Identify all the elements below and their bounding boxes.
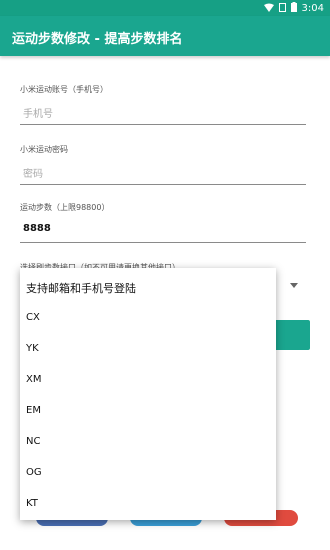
account-field: 小米运动账号（手机号） 手机号 bbox=[20, 84, 306, 125]
dropdown-arrow-icon[interactable] bbox=[290, 283, 298, 288]
account-label: 小米运动账号（手机号） bbox=[20, 85, 108, 94]
dropdown-item[interactable]: XM bbox=[26, 374, 41, 385]
dropdown-item[interactable]: OG bbox=[26, 467, 42, 478]
password-placeholder: 密码 bbox=[23, 169, 43, 180]
status-time: 3:04 bbox=[301, 3, 324, 14]
dropdown-item[interactable]: YK bbox=[26, 343, 39, 354]
account-input[interactable]: 手机号 bbox=[20, 102, 306, 125]
steps-value: 8888 bbox=[23, 223, 51, 234]
app-bar: 运动步数修改 - 提高步数排名 bbox=[0, 16, 330, 56]
dropdown-item[interactable]: KT bbox=[26, 498, 38, 509]
battery-icon bbox=[290, 2, 297, 15]
account-placeholder: 手机号 bbox=[23, 109, 53, 120]
steps-field: 运动步数（上限98800） 8888 bbox=[20, 202, 306, 243]
status-bar: 3:04 bbox=[0, 0, 330, 16]
password-input[interactable]: 密码 bbox=[20, 162, 306, 185]
dropdown-item[interactable]: CX bbox=[26, 312, 40, 323]
password-label: 小米运动密码 bbox=[20, 145, 68, 154]
dropdown-item[interactable]: EM bbox=[26, 405, 41, 416]
steps-label: 运动步数（上限98800） bbox=[20, 203, 110, 212]
wifi-icon bbox=[263, 3, 274, 15]
dropdown-item[interactable]: 支持邮箱和手机号登陆 bbox=[26, 280, 136, 296]
password-field: 小米运动密码 密码 bbox=[20, 144, 306, 185]
interface-dropdown: 支持邮箱和手机号登陆 CX YK XM EM NC OG KT bbox=[20, 268, 276, 520]
steps-input[interactable]: 8888 bbox=[20, 220, 306, 243]
app-title: 运动步数修改 - 提高步数排名 bbox=[12, 32, 183, 47]
sim-icon bbox=[278, 2, 286, 15]
dropdown-item[interactable]: NC bbox=[26, 436, 40, 447]
